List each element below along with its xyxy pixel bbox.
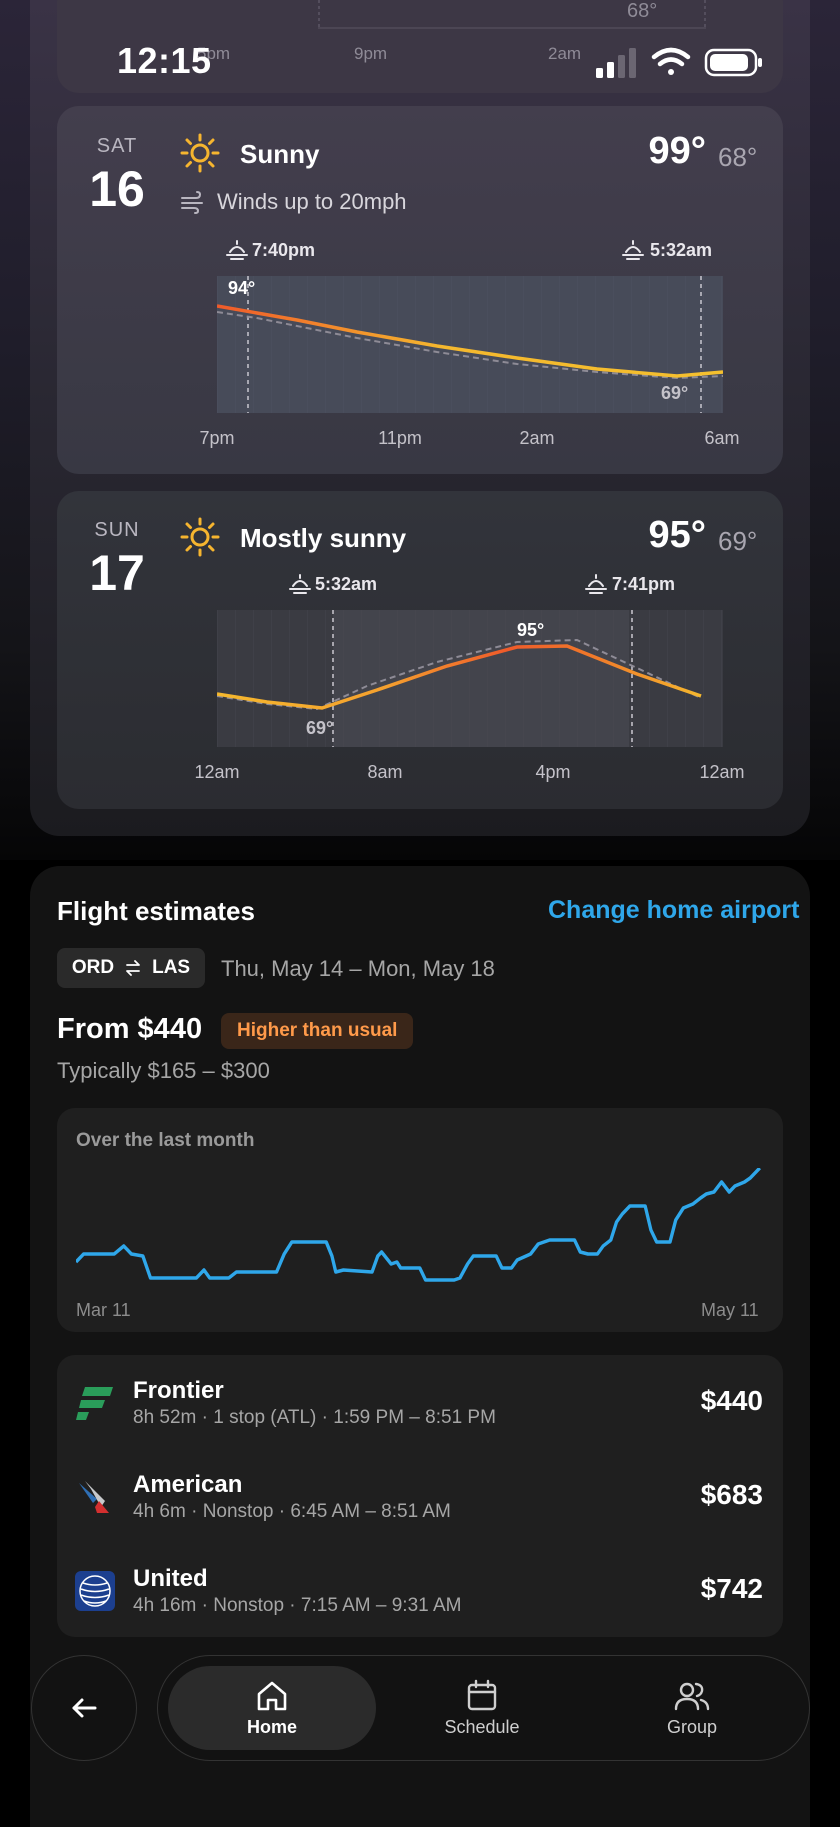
sun-icon <box>180 517 220 557</box>
status-time: 12:15 <box>117 40 212 81</box>
home-icon <box>257 1681 287 1710</box>
price-history-start: Mar 11 <box>76 1300 131 1320</box>
low-temp: 69° <box>718 526 758 556</box>
low-temp: 68° <box>718 142 758 172</box>
nav-schedule[interactable]: Schedule <box>378 1666 586 1750</box>
flight-details: 8h 52m · 1 stop (ATL) · 1:59 PM – 8:51 P… <box>133 1407 496 1428</box>
sunrise-icon <box>289 574 311 594</box>
price-status-badge: Higher than usual <box>221 1013 414 1049</box>
axis-tick: 8am <box>367 762 403 782</box>
back-arrow-icon <box>72 1698 97 1718</box>
swap-arrows-icon <box>126 960 141 976</box>
chart-min-label: 69° <box>661 383 689 403</box>
flight-option-row[interactable]: United 4h 16m · Nonstop · 7:15 AM – 9:31… <box>57 1543 783 1637</box>
axis-tick: 12am <box>194 762 240 782</box>
price-history-end: May 11 <box>701 1300 759 1320</box>
united-logo-icon <box>75 1571 115 1611</box>
flight-option-row[interactable]: Frontier 8h 52m · 1 stop (ATL) · 1:59 PM… <box>57 1355 783 1449</box>
day-date: 16 <box>89 161 145 217</box>
axis-tick: 12am <box>699 762 745 782</box>
flight-estimates-title: Flight estimates <box>57 896 255 926</box>
airline-name: United <box>133 1565 208 1592</box>
previous-axis-tick: 9pm <box>354 44 388 63</box>
flight-option-row[interactable]: American 4h 6m · Nonstop · 6:45 AM – 8:5… <box>57 1449 783 1543</box>
axis-tick: 7pm <box>199 428 235 448</box>
axis-tick: 4pm <box>535 762 571 782</box>
bottom-nav: Home Schedule Group <box>157 1655 810 1761</box>
from-price: From $440 <box>57 1013 203 1045</box>
previous-axis-tick: 2am <box>548 44 582 63</box>
flight-price: $440 <box>700 1385 763 1416</box>
flight-price: $683 <box>700 1479 763 1510</box>
sunset-time: 7:40pm <box>252 240 316 260</box>
sunset-icon <box>226 240 248 260</box>
frontier-logo-icon <box>76 1387 113 1420</box>
chart-max-label: 95° <box>517 620 545 640</box>
typical-price-range: Typically $165 – $300 <box>57 1058 270 1083</box>
back-button[interactable] <box>31 1655 137 1761</box>
previous-chart-frame <box>318 0 706 29</box>
origin-airport: ORD <box>71 957 115 978</box>
day-date: 17 <box>89 545 145 601</box>
nav-group[interactable]: Group <box>588 1666 796 1750</box>
cellular-signal-icon <box>596 48 636 78</box>
nav-label: Schedule <box>444 1716 520 1737</box>
chart-max-label: 94° <box>228 278 256 298</box>
flight-details: 4h 6m · Nonstop · 6:45 AM – 8:51 AM <box>133 1501 451 1522</box>
price-history-title: Over the last month <box>76 1130 255 1151</box>
group-icon <box>674 1682 710 1710</box>
flight-price: $742 <box>700 1573 763 1604</box>
sunset-icon <box>585 574 607 594</box>
axis-tick: 2am <box>519 428 555 448</box>
status-icons <box>596 47 762 78</box>
wind-icon <box>181 191 203 214</box>
axis-tick: 11pm <box>378 428 422 448</box>
flight-details: 4h 16m · Nonstop · 7:15 AM – 9:31 AM <box>133 1595 462 1616</box>
trip-dates: Thu, May 14 – Mon, May 18 <box>221 956 495 981</box>
high-temp: 95° <box>648 514 706 556</box>
destination-airport: LAS <box>152 957 191 978</box>
day-name: SAT <box>96 135 138 157</box>
change-home-airport-link[interactable]: Change home airport <box>548 896 799 925</box>
nav-label: Group <box>666 1716 718 1737</box>
temperature-chart-sat[interactable] <box>217 276 723 413</box>
sunrise-icon <box>622 240 644 260</box>
nav-home[interactable]: Home <box>168 1666 376 1750</box>
sunrise-time: 5:32am <box>650 240 713 260</box>
day-name: SUN <box>94 519 140 541</box>
sunrise-time: 5:32am <box>315 574 378 594</box>
condition-label: Mostly sunny <box>240 523 407 553</box>
route-pill[interactable]: ORD LAS <box>57 948 205 988</box>
nav-label: Home <box>246 1716 297 1737</box>
temperature-chart-sun[interactable] <box>217 610 723 747</box>
high-temp: 99° <box>648 130 706 172</box>
axis-tick: 6am <box>704 428 740 448</box>
condition-label: Sunny <box>240 139 320 169</box>
wifi-icon <box>651 47 691 75</box>
sunset-time: 7:41pm <box>612 574 676 594</box>
airline-name: Frontier <box>133 1377 224 1404</box>
airline-name: American <box>133 1471 243 1498</box>
battery-icon <box>704 48 762 77</box>
chart-min-label: 69° <box>306 718 334 738</box>
sun-icon <box>180 133 220 173</box>
calendar-icon <box>467 1679 497 1710</box>
price-history-line <box>76 1168 761 1282</box>
wind-label: Winds up to 20mph <box>217 189 407 214</box>
american-logo-icon <box>79 1481 109 1513</box>
